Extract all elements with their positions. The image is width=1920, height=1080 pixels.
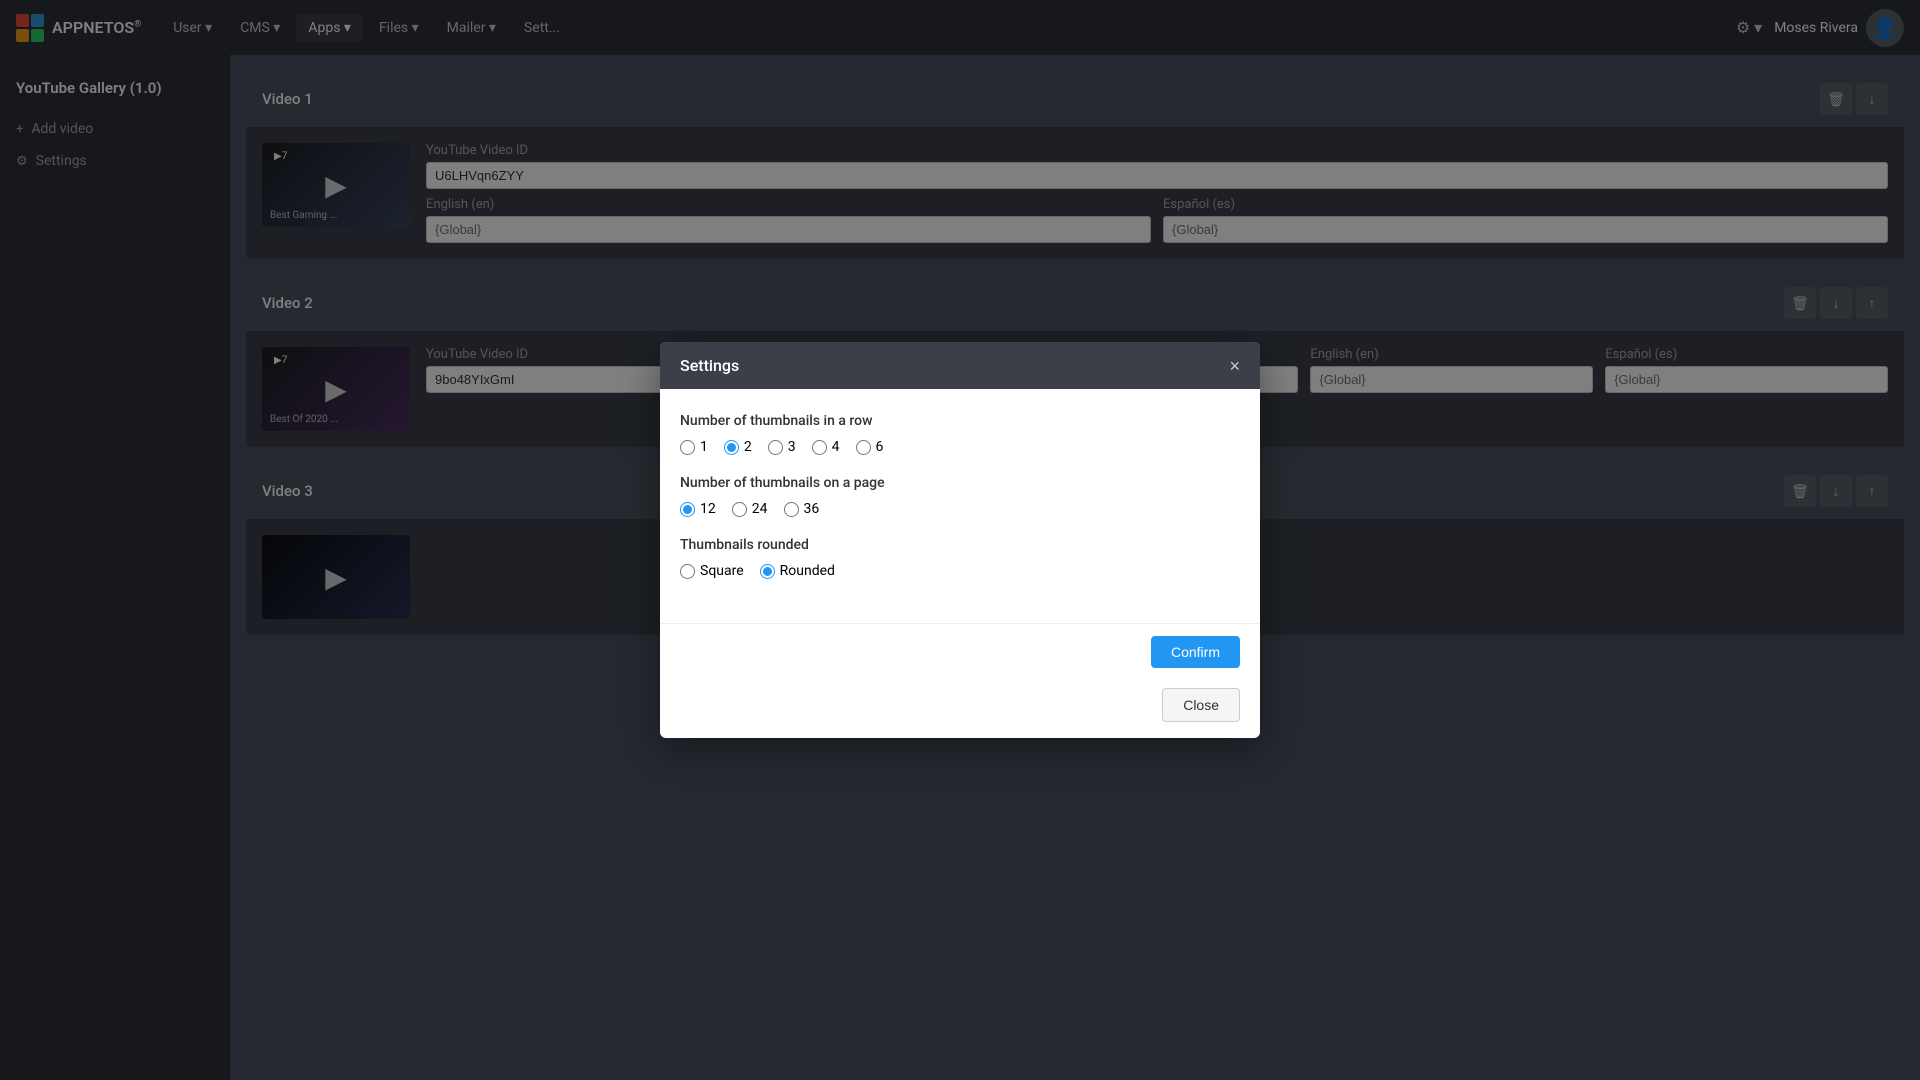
page-section-label: Number of thumbnails on a page: [680, 475, 1240, 491]
page-radio-group: 12 24 36: [680, 501, 1240, 517]
close-button[interactable]: Close: [1162, 688, 1240, 722]
row-section-label: Number of thumbnails in a row: [680, 413, 1240, 429]
row-radio-4[interactable]: 4: [812, 439, 840, 455]
rounded-radio-rounded-input[interactable]: [760, 564, 775, 579]
page-section: Number of thumbnails on a page 12 24 36: [680, 475, 1240, 517]
page-radio-12-input[interactable]: [680, 502, 695, 517]
row-radio-1[interactable]: 1: [680, 439, 708, 455]
page-radio-24-label: 24: [752, 501, 768, 517]
rounded-radio-square-label: Square: [700, 563, 744, 579]
row-radio-6-label: 6: [876, 439, 884, 455]
row-radio-1-input[interactable]: [680, 440, 695, 455]
page-radio-12[interactable]: 12: [680, 501, 716, 517]
rounded-radio-rounded[interactable]: Rounded: [760, 563, 835, 579]
modal-body: Number of thumbnails in a row 1 2 3: [660, 389, 1260, 623]
row-radio-2-input[interactable]: [724, 440, 739, 455]
confirm-button[interactable]: Confirm: [1151, 636, 1240, 668]
page-radio-36[interactable]: 36: [784, 501, 820, 517]
modal-overlay[interactable]: Settings × Number of thumbnails in a row…: [0, 0, 1920, 1080]
row-radio-6[interactable]: 6: [856, 439, 884, 455]
page-radio-24-input[interactable]: [732, 502, 747, 517]
rounded-radio-square-input[interactable]: [680, 564, 695, 579]
row-radio-3[interactable]: 3: [768, 439, 796, 455]
modal-header: Settings ×: [660, 342, 1260, 389]
row-radio-2-label: 2: [744, 439, 752, 455]
row-section: Number of thumbnails in a row 1 2 3: [680, 413, 1240, 455]
row-radio-1-label: 1: [700, 439, 708, 455]
row-radio-group: 1 2 3 4 6: [680, 439, 1240, 455]
rounded-radio-group: Square Rounded: [680, 563, 1240, 579]
page-radio-12-label: 12: [700, 501, 716, 517]
row-radio-3-input[interactable]: [768, 440, 783, 455]
modal-close-row: Close: [660, 680, 1260, 738]
row-radio-6-input[interactable]: [856, 440, 871, 455]
rounded-radio-rounded-label: Rounded: [780, 563, 835, 579]
rounded-section: Thumbnails rounded Square Rounded: [680, 537, 1240, 579]
page-radio-24[interactable]: 24: [732, 501, 768, 517]
page-radio-36-input[interactable]: [784, 502, 799, 517]
rounded-radio-square[interactable]: Square: [680, 563, 744, 579]
modal-title: Settings: [680, 356, 739, 375]
modal-footer: Confirm: [660, 623, 1260, 680]
row-radio-3-label: 3: [788, 439, 796, 455]
row-radio-4-label: 4: [832, 439, 840, 455]
settings-modal: Settings × Number of thumbnails in a row…: [660, 342, 1260, 738]
modal-close-x-button[interactable]: ×: [1229, 357, 1240, 375]
rounded-section-label: Thumbnails rounded: [680, 537, 1240, 553]
page-radio-36-label: 36: [804, 501, 820, 517]
row-radio-4-input[interactable]: [812, 440, 827, 455]
row-radio-2[interactable]: 2: [724, 439, 752, 455]
